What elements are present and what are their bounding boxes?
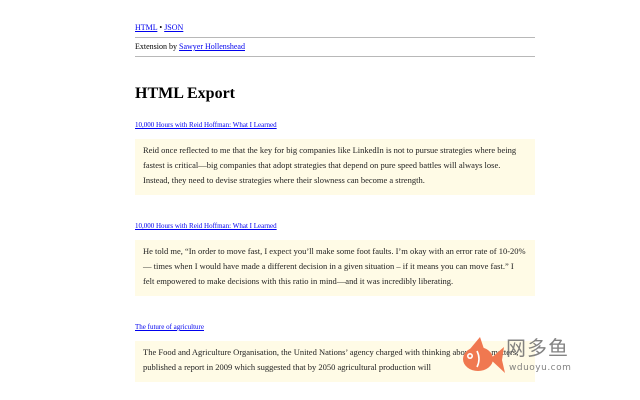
- page-title: HTML Export: [135, 85, 236, 102]
- format-nav: HTML • JSON: [135, 23, 535, 33]
- watermark-brand-url: wduoyu.com: [509, 363, 572, 373]
- highlight-entry: 10,000 Hours with Reid Hoffman: What I L…: [135, 121, 535, 195]
- watermark: 网多鱼 wduoyu.com: [456, 333, 636, 383]
- export-container: HTML • JSON Extension by Sawyer Hollensh…: [135, 0, 535, 382]
- header-divider-bottom: [135, 56, 535, 57]
- fish-logo-icon: [463, 337, 505, 373]
- page: HTML • JSON Extension by Sawyer Hollensh…: [0, 0, 640, 400]
- json-format-link[interactable]: JSON: [164, 23, 183, 32]
- author-link[interactable]: Sawyer Hollenshead: [179, 42, 245, 51]
- watermark-brand-cn: 网多鱼: [506, 336, 569, 360]
- byline: Extension by Sawyer Hollenshead: [135, 42, 535, 52]
- highlight-quote: Reid once reflected to me that the key f…: [135, 139, 535, 195]
- entry-source-link[interactable]: 10,000 Hours with Reid Hoffman: What I L…: [135, 222, 535, 231]
- header-divider-top: [135, 37, 535, 38]
- highlight-entry: 10,000 Hours with Reid Hoffman: What I L…: [135, 222, 535, 296]
- html-format-link[interactable]: HTML: [135, 23, 157, 32]
- entry-source-link[interactable]: 10,000 Hours with Reid Hoffman: What I L…: [135, 121, 535, 130]
- highlight-quote: He told me, “In order to move fast, I ex…: [135, 240, 535, 296]
- entry-source-link[interactable]: The future of agriculture: [135, 323, 535, 332]
- byline-prefix: Extension by: [135, 42, 179, 51]
- nav-separator: •: [159, 23, 163, 32]
